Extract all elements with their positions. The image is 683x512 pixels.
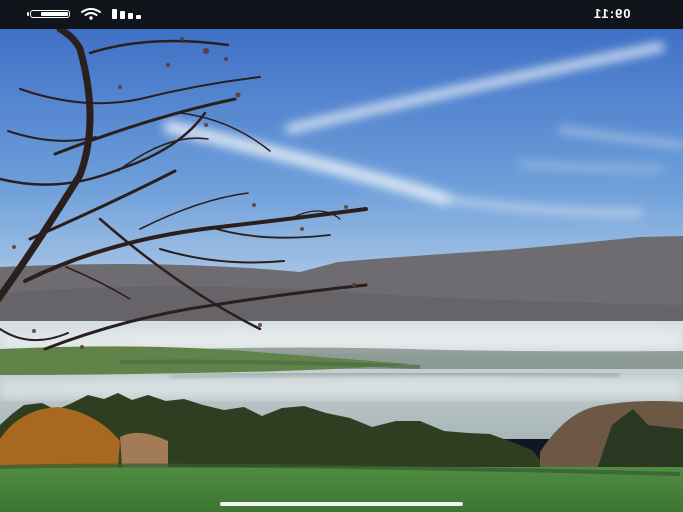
status-icons [27, 8, 144, 20]
cellular-signal-icon [112, 9, 141, 19]
home-indicator[interactable] [220, 502, 463, 506]
phone-screen: 09:11 [0, 0, 683, 512]
battery-level [41, 12, 68, 16]
landscape-photo [0, 29, 683, 512]
status-bar: 09:11 [0, 0, 683, 29]
wifi-icon [81, 8, 101, 20]
battery-icon [27, 10, 70, 18]
status-time: 09:11 [593, 6, 631, 21]
